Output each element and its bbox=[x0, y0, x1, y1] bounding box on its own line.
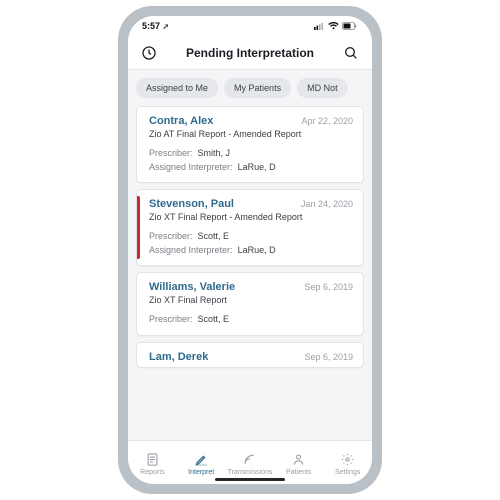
prescriber-label: Prescriber: bbox=[149, 148, 193, 158]
reports-icon bbox=[144, 452, 160, 468]
wifi-icon bbox=[328, 22, 339, 30]
report-date: Jan 24, 2020 bbox=[301, 199, 353, 209]
patient-name: Contra, Alex bbox=[149, 115, 213, 127]
tab-label: Patients bbox=[286, 469, 311, 476]
interpreter-label: Assigned Interpreter: bbox=[149, 162, 233, 172]
report-type: Zio XT Final Report bbox=[149, 295, 353, 305]
report-type: Zio AT Final Report - Amended Report bbox=[149, 129, 353, 139]
status-time: 5:57 ➚ bbox=[142, 21, 169, 31]
report-date: Apr 22, 2020 bbox=[301, 116, 353, 126]
report-date: Sep 6, 2019 bbox=[304, 352, 353, 362]
patient-name: Stevenson, Paul bbox=[149, 198, 234, 210]
patients-icon bbox=[291, 452, 307, 468]
tab-settings[interactable]: Settings bbox=[323, 452, 372, 476]
report-card[interactable]: Stevenson, Paul Jan 24, 2020 Zio XT Fina… bbox=[136, 189, 364, 266]
patient-name: Williams, Valerie bbox=[149, 281, 235, 293]
tab-label: Settings bbox=[335, 469, 360, 476]
tab-interpret[interactable]: Interpret bbox=[177, 452, 226, 476]
report-meta: Prescriber: Smith, J Assigned Interprete… bbox=[149, 147, 353, 174]
gear-icon bbox=[340, 452, 356, 468]
filter-chip-mdnot[interactable]: MD Not bbox=[297, 78, 348, 98]
report-card[interactable]: Williams, Valerie Sep 6, 2019 Zio XT Fin… bbox=[136, 272, 364, 336]
report-type: Zio XT Final Report - Amended Report bbox=[149, 212, 353, 222]
interpreter-name: LaRue, D bbox=[238, 162, 276, 172]
clock-time: 5:57 bbox=[142, 21, 160, 31]
filter-chip-mypatients[interactable]: My Patients bbox=[224, 78, 291, 98]
tab-label: Interpret bbox=[188, 469, 214, 476]
search-icon[interactable] bbox=[342, 44, 360, 62]
signal-icon bbox=[314, 22, 325, 30]
phone-frame: 5:57 ➚ Pending Interpretation bbox=[118, 6, 382, 494]
report-date: Sep 6, 2019 bbox=[304, 282, 353, 292]
report-card[interactable]: Contra, Alex Apr 22, 2020 Zio AT Final R… bbox=[136, 106, 364, 183]
transmissions-icon bbox=[242, 452, 258, 468]
prescriber-name: Scott, E bbox=[198, 314, 230, 324]
prescriber-name: Scott, E bbox=[198, 231, 230, 241]
interpret-icon bbox=[193, 452, 209, 468]
home-indicator[interactable] bbox=[215, 478, 285, 481]
prescriber-label: Prescriber: bbox=[149, 314, 193, 324]
history-icon[interactable] bbox=[140, 44, 158, 62]
report-meta: Prescriber: Scott, E bbox=[149, 313, 353, 327]
status-bar: 5:57 ➚ bbox=[128, 16, 372, 36]
tab-label: Transmissions bbox=[228, 469, 273, 476]
battery-icon bbox=[342, 22, 358, 30]
app-header: Pending Interpretation bbox=[128, 36, 372, 70]
location-arrow-icon: ➚ bbox=[163, 22, 170, 31]
filter-bar[interactable]: Assigned to Me My Patients MD Not bbox=[128, 70, 372, 106]
patient-name: Lam, Derek bbox=[149, 351, 208, 363]
interpreter-name: LaRue, D bbox=[238, 245, 276, 255]
report-list[interactable]: Contra, Alex Apr 22, 2020 Zio AT Final R… bbox=[128, 106, 372, 440]
report-meta: Prescriber: Scott, E Assigned Interprete… bbox=[149, 230, 353, 257]
report-card[interactable]: Lam, Derek Sep 6, 2019 bbox=[136, 342, 364, 368]
interpreter-label: Assigned Interpreter: bbox=[149, 245, 233, 255]
tab-transmissions[interactable]: Transmissions bbox=[226, 452, 275, 476]
prescriber-name: Smith, J bbox=[198, 148, 231, 158]
tab-reports[interactable]: Reports bbox=[128, 452, 177, 476]
filter-chip-assigned[interactable]: Assigned to Me bbox=[136, 78, 218, 98]
page-title: Pending Interpretation bbox=[186, 46, 314, 60]
tab-patients[interactable]: Patients bbox=[274, 452, 323, 476]
status-right bbox=[314, 22, 358, 30]
tab-label: Reports bbox=[140, 469, 165, 476]
screen: 5:57 ➚ Pending Interpretation bbox=[128, 16, 372, 484]
prescriber-label: Prescriber: bbox=[149, 231, 193, 241]
